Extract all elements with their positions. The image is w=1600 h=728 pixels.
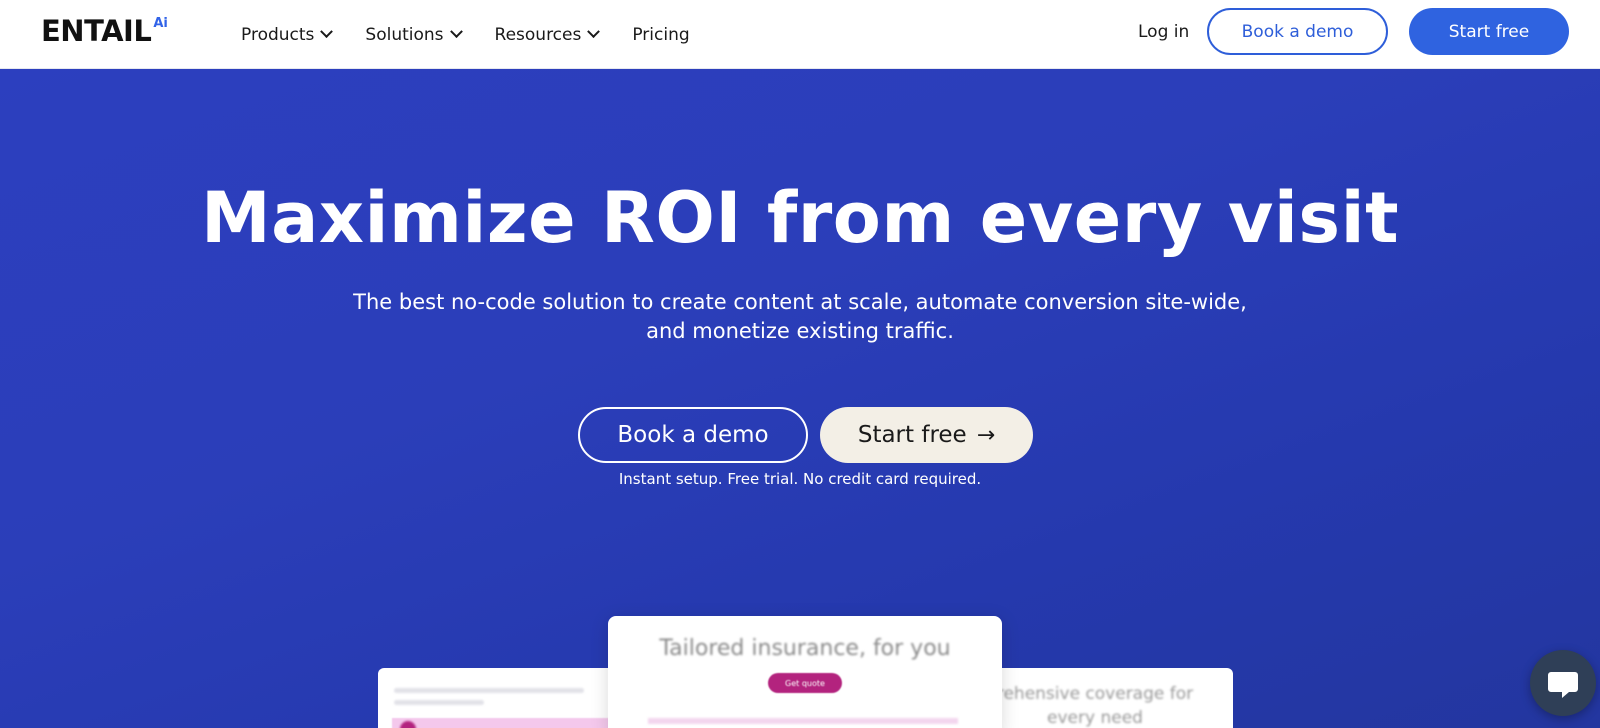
- chevron-down-icon: [587, 25, 601, 39]
- nav-products[interactable]: Products: [241, 24, 334, 45]
- hero-note: Instant setup. Free trial. No credit car…: [618, 470, 982, 488]
- hero-subtitle-line1: The best no-code solution to create cont…: [353, 290, 1247, 314]
- site-header: ENTAIL Ai Products Solutions Resources P…: [0, 0, 1600, 69]
- hero-start-free-label: Start free: [857, 422, 967, 448]
- nav-solutions-label: Solutions: [365, 24, 444, 45]
- preview-right-text-line2: every need: [1047, 708, 1143, 728]
- preview-text-line: [394, 688, 584, 693]
- nav-pricing[interactable]: Pricing: [632, 25, 689, 45]
- preview-right-text-line1: rehensive coverage for: [996, 684, 1194, 704]
- nav-solutions[interactable]: Solutions: [365, 24, 463, 45]
- login-link[interactable]: Log in: [1138, 0, 1189, 64]
- preview-card-right: rehensive coverage for every need: [985, 668, 1233, 728]
- hero-subtitle-line2: and monetize existing traffic.: [646, 319, 954, 343]
- nav-resources[interactable]: Resources: [494, 24, 601, 45]
- hero-section: Maximize ROI from every visit The best n…: [0, 69, 1600, 728]
- chat-bubble-icon: [1548, 672, 1578, 698]
- hero-title: Maximize ROI from every visit: [200, 177, 1400, 259]
- logo-ai-badge: Ai: [153, 16, 168, 31]
- arrow-right-icon: →: [976, 422, 996, 448]
- chevron-down-icon: [449, 25, 463, 39]
- preview-card-center: Tailored insurance, for you Get quote: [608, 616, 1002, 728]
- logo-wordmark: ENTAIL: [41, 14, 152, 48]
- preview-center-strip: [648, 718, 958, 724]
- preview-highlight-strip: [392, 718, 628, 728]
- preview-text-line: [394, 700, 484, 705]
- preview-center-title: Tailored insurance, for you: [659, 636, 951, 661]
- header-start-free-button[interactable]: Start free: [1409, 8, 1569, 55]
- nav-pricing-label: Pricing: [632, 24, 690, 45]
- main-nav: Products Solutions Resources Pricing: [241, 0, 724, 69]
- entail-ai-logo[interactable]: ENTAIL Ai: [41, 14, 168, 50]
- nav-products-label: Products: [241, 24, 315, 45]
- header-book-demo-button[interactable]: Book a demo: [1207, 8, 1388, 55]
- preview-get-quote-button: Get quote: [768, 673, 842, 693]
- preview-card-left: [378, 668, 628, 728]
- hero-subtitle: The best no-code solution to create cont…: [350, 288, 1250, 346]
- hero-start-free-button[interactable]: Start free →: [820, 407, 1033, 463]
- chat-widget-button[interactable]: [1530, 650, 1596, 716]
- nav-resources-label: Resources: [494, 24, 582, 45]
- hero-book-demo-button[interactable]: Book a demo: [578, 407, 808, 463]
- preview-right-text: rehensive coverage for every need: [985, 682, 1205, 728]
- chevron-down-icon: [320, 25, 334, 39]
